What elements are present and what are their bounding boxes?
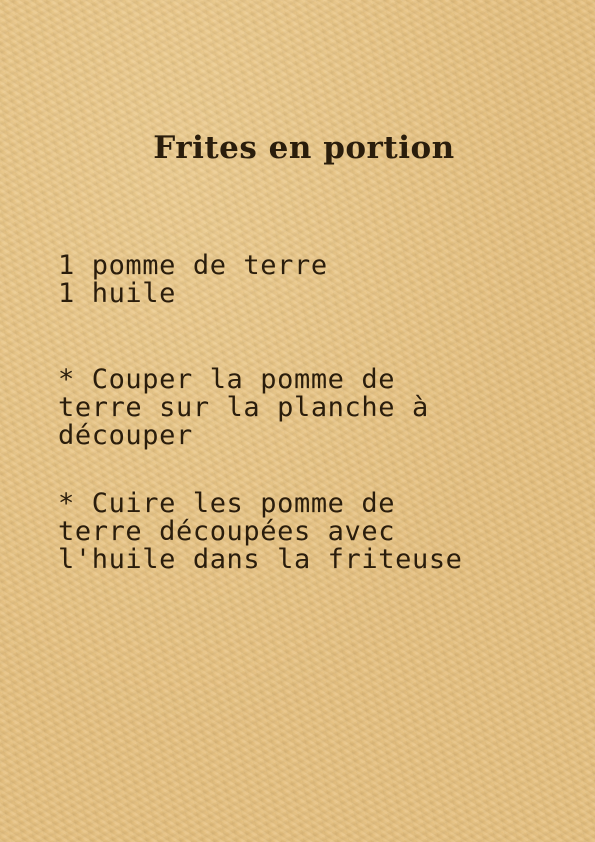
instruction-line: * Couper la pomme de (58, 364, 396, 395)
instruction-line: découper (58, 420, 193, 451)
instruction-step: * Couper la pomme de terre sur la planch… (58, 366, 578, 450)
ingredient-item: 1 huile (58, 278, 176, 309)
instruction-line: terre sur la planche à (58, 392, 429, 423)
ingredient-item: 1 pomme de terre (58, 250, 328, 281)
instruction-line: terre découpées avec (58, 516, 396, 547)
instruction-line: * Cuire les pomme de (58, 488, 396, 519)
recipe-card: Frites en portion 1 pomme de terre 1 hui… (0, 0, 595, 842)
instruction-step: * Cuire les pomme de terre découpées ave… (58, 490, 578, 574)
instruction-line: l'huile dans la friteuse (58, 544, 463, 575)
ingredient-list: 1 pomme de terre 1 huile (58, 252, 578, 308)
recipe-title: Frites en portion (153, 130, 455, 166)
